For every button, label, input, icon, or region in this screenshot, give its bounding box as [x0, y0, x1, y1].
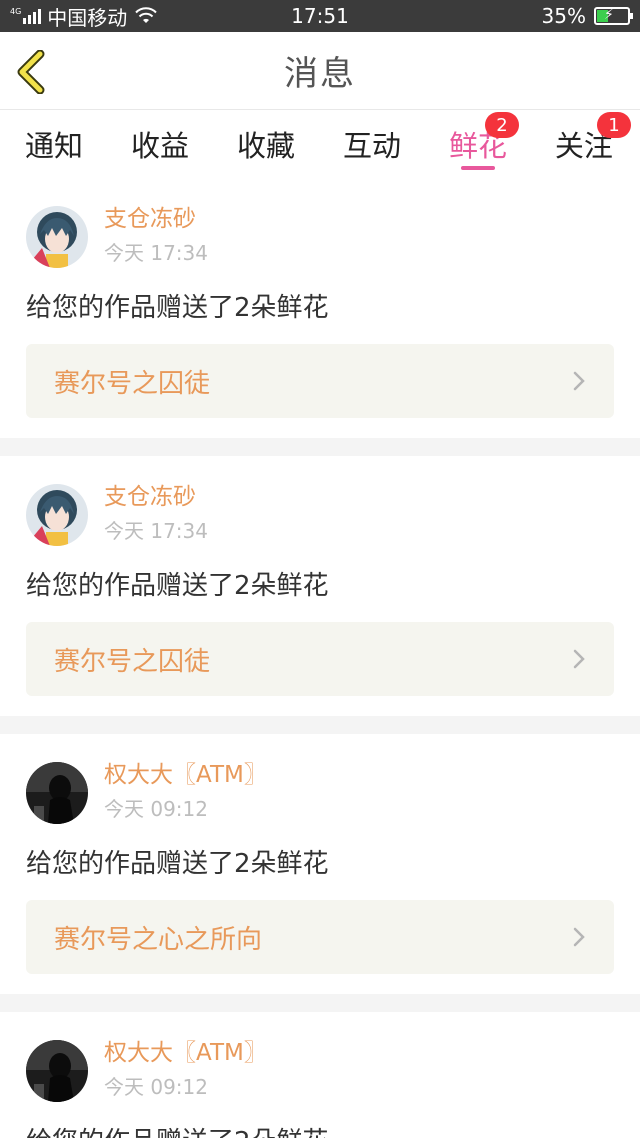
message-text: 给您的作品赠送了2朵鲜花 [26, 1124, 614, 1138]
unread-badge: 2 [484, 112, 519, 138]
avatar[interactable] [26, 206, 88, 268]
avatar[interactable] [26, 762, 88, 824]
anime-girl-avatar-icon [26, 206, 88, 268]
dark-portrait-avatar-icon [26, 1040, 88, 1102]
work-title: 赛尔号之囚徒 [54, 646, 211, 677]
message-meta: 支仓冻砂 今天 17:34 [104, 480, 208, 546]
tab-label: 收益 [130, 129, 189, 163]
tab-label: 互动 [342, 129, 401, 163]
signal-icon: 4G [10, 7, 42, 24]
message-header: 权大大〖ATM〗 今天 09:12 [26, 758, 614, 824]
status-bar: 4G 中国移动 17:51 35% ⚡ [0, 0, 640, 32]
sender-name[interactable]: 支仓冻砂 [104, 202, 208, 236]
message-meta: 支仓冻砂 今天 17:34 [104, 202, 208, 268]
avatar[interactable] [26, 484, 88, 546]
message-item: 支仓冻砂 今天 17:34 给您的作品赠送了2朵鲜花 赛尔号之囚徒 [0, 178, 640, 438]
message-text: 给您的作品赠送了2朵鲜花 [26, 293, 329, 323]
tab-earnings[interactable]: 收益 [131, 110, 189, 178]
message-header: 权大大〖ATM〗 今天 09:12 [26, 1036, 614, 1102]
network-type: 4G [10, 7, 22, 16]
tab-favorites[interactable]: 收藏 [237, 110, 295, 178]
tab-notifications[interactable]: 通知 [25, 110, 83, 178]
battery-icon: ⚡ [594, 7, 633, 25]
message-time: 今天 09:12 [104, 797, 208, 821]
message-text: 给您的作品赠送了2朵鲜花 [26, 571, 329, 601]
tab-label: 通知 [25, 129, 84, 163]
app-header: 消息 [0, 32, 640, 110]
charging-icon: ⚡ [604, 7, 614, 23]
work-link[interactable]: 赛尔号之囚徒 [26, 344, 614, 418]
unread-badge: 1 [596, 112, 631, 138]
work-title: 赛尔号之囚徒 [54, 368, 211, 399]
work-link[interactable]: 赛尔号之囚徒 [26, 622, 614, 696]
sender-name[interactable]: 权大大〖ATM〗 [104, 758, 267, 792]
message-list: 支仓冻砂 今天 17:34 给您的作品赠送了2朵鲜花 赛尔号之囚徒 支仓冻砂 今… [0, 178, 640, 1138]
status-right: 35% ⚡ [541, 4, 633, 28]
tab-flowers[interactable]: 鲜花 2 [449, 110, 519, 178]
work-title: 赛尔号之心之所向 [54, 924, 263, 955]
tab-bar: 通知 收益 收藏 互动 鲜花 2 关注 1 [0, 110, 640, 178]
message-meta: 权大大〖ATM〗 今天 09:12 [104, 758, 267, 824]
work-link[interactable]: 赛尔号之心之所向 [26, 900, 614, 974]
message-time: 今天 17:34 [104, 519, 208, 543]
message-time: 今天 09:12 [104, 1075, 208, 1099]
sender-name[interactable]: 权大大〖ATM〗 [104, 1036, 267, 1070]
back-button[interactable] [14, 50, 54, 94]
wifi-icon [135, 7, 158, 23]
sender-name[interactable]: 支仓冻砂 [104, 480, 208, 514]
anime-girl-avatar-icon [26, 484, 88, 546]
tab-following[interactable]: 关注 1 [555, 110, 631, 178]
status-left: 4G 中国移动 [10, 2, 158, 31]
chevron-right-icon [573, 649, 585, 669]
chevron-right-icon [573, 927, 585, 947]
battery-percent: 35% [541, 4, 586, 28]
message-header: 支仓冻砂 今天 17:34 [26, 480, 614, 546]
message-text: 给您的作品赠送了2朵鲜花 [26, 849, 329, 879]
chevron-right-icon [573, 371, 585, 391]
message-item: 权大大〖ATM〗 今天 09:12 给您的作品赠送了2朵鲜花 [0, 1012, 640, 1138]
message-time: 今天 17:34 [104, 241, 208, 265]
message-header: 支仓冻砂 今天 17:34 [26, 202, 614, 268]
message-meta: 权大大〖ATM〗 今天 09:12 [104, 1036, 267, 1102]
chevron-left-icon [17, 50, 45, 94]
dark-portrait-avatar-icon [26, 762, 88, 824]
message-item: 支仓冻砂 今天 17:34 给您的作品赠送了2朵鲜花 赛尔号之囚徒 [0, 456, 640, 716]
carrier-label: 中国移动 [47, 5, 128, 30]
tab-interactions[interactable]: 互动 [343, 110, 401, 178]
tab-label: 收藏 [236, 129, 295, 163]
avatar[interactable] [26, 1040, 88, 1102]
page-title: 消息 [284, 54, 356, 94]
messages-screen: 4G 中国移动 17:51 35% ⚡ 消息 通知 收益 收藏 互动 鲜花 2 … [0, 0, 640, 1138]
message-item: 权大大〖ATM〗 今天 09:12 给您的作品赠送了2朵鲜花 赛尔号之心之所向 [0, 734, 640, 994]
